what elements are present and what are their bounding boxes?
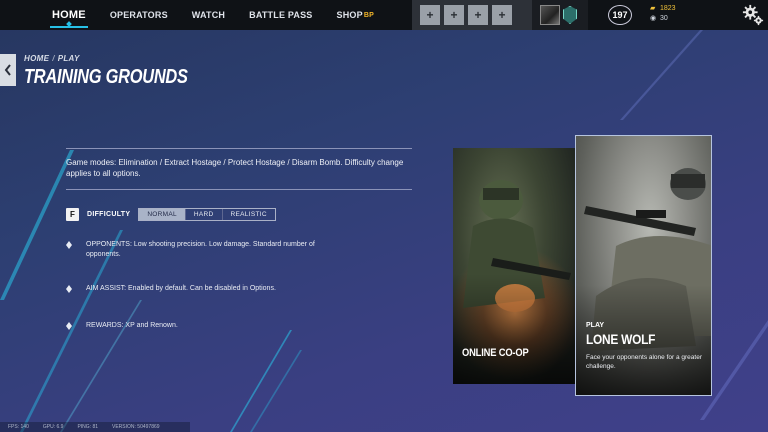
breadcrumb-current: PLAY [57,54,80,63]
nav-watch[interactable]: WATCH [180,0,237,30]
settings-button[interactable] [738,0,768,30]
back-button[interactable] [0,54,16,86]
info-opponents: OPPONENTS: Low shooting precision. Low d… [66,240,316,260]
nav-battle-pass-label: BATTLE PASS [249,10,313,20]
online-coop-card[interactable]: ONLINE CO-OP [453,148,577,384]
squad-slot-2[interactable]: + [444,5,464,25]
version-readout: VERSION: 50497869 [112,424,160,430]
squad-slots: + + + + [412,0,532,30]
currency-panel: ▰ 1823 ◉ 30 [650,4,676,24]
lone-card-title: LONE WOLF [586,331,656,347]
fps-readout: FPS: 140 [8,424,29,430]
info-aim-assist: AIM ASSIST: Enabled by default. Can be d… [66,284,316,294]
lone-card-description: Face your opponents alone for a greater … [586,354,702,370]
divider-bottom [66,189,412,190]
divider-top [66,148,412,149]
difficulty-option-normal[interactable]: NORMAL [139,209,185,220]
mode-description: Game modes: Elimination / Extract Hostag… [66,158,404,178]
level-value: 197 [608,5,632,25]
breadcrumb: HOME / PLAY [24,54,80,63]
main-nav: HOME OPERATORS WATCH BATTLE PASS SHOP BP [0,0,386,30]
difficulty-selector: NORMAL HARD REALISTIC [138,208,276,221]
info-rewards: REWARDS: XP and Renown. [66,321,316,331]
info-aim-assist-text: AIM ASSIST: Enabled by default. Can be d… [86,285,276,292]
difficulty-option-hard[interactable]: HARD [184,209,222,220]
diamond-bullet-icon [66,285,72,293]
squad-slot-1[interactable]: + [420,5,440,25]
difficulty-row: F DIFFICULTY NORMAL HARD REALISTIC [66,208,276,221]
perf-footer: FPS: 140 GPU: 6.9 PING: 81 VERSION: 5049… [0,422,190,432]
nav-watch-label: WATCH [191,10,226,20]
difficulty-label: DIFFICULTY [87,211,131,218]
nav-home-label: HOME [52,9,86,21]
credits-icon: ◉ [650,15,657,22]
nav-battle-pass[interactable]: BATTLE PASS [237,0,324,30]
gear-icon [742,4,764,26]
chevron-left-icon [4,64,11,76]
renown-icon: ▰ [650,5,656,12]
player-profile[interactable] [532,0,588,30]
player-level: 197 [600,0,640,30]
nav-operators-label: OPERATORS [109,10,168,20]
difficulty-option-realistic[interactable]: REALISTIC [221,209,275,220]
info-opponents-text: OPPONENTS: Low shooting precision. Low d… [86,241,315,258]
avatar [540,5,560,25]
nav-home[interactable]: HOME [40,0,98,30]
renown-value: 1823 [660,5,676,12]
lone-card-kicker: PLAY [586,322,605,329]
credits-value: 30 [660,15,668,22]
diamond-bullet-icon [66,241,72,249]
breadcrumb-home[interactable]: HOME [24,54,49,63]
ping-readout: PING: 81 [77,424,99,430]
nav-operators[interactable]: OPERATORS [98,0,180,30]
difficulty-hotkey: F [66,208,79,221]
coop-card-title: ONLINE CO-OP [462,347,529,359]
page-title: TRAINING GROUNDS [24,66,188,88]
coop-card-shade [453,274,577,384]
squad-slot-4[interactable]: + [492,5,512,25]
lone-wolf-card[interactable]: PLAY LONE WOLF Face your opponents alone… [575,135,712,396]
info-rewards-text: REWARDS: XP and Renown. [86,322,178,329]
breadcrumb-separator: / [52,54,55,63]
diamond-bullet-icon [66,322,72,330]
nav-shop[interactable]: SHOP BP [325,0,386,30]
shop-badge: BP [363,11,374,19]
rank-badge-icon [563,6,577,24]
nav-shop-label: SHOP [336,10,363,20]
gpu-readout: GPU: 6.9 [42,424,64,430]
squad-slot-3[interactable]: + [468,5,488,25]
